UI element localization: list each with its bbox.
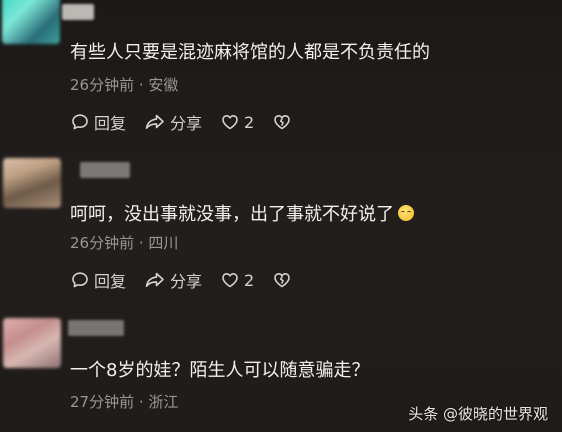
like-button[interactable]: 2 (220, 112, 254, 132)
share-arrow-icon (145, 272, 164, 287)
comment-actions: 回复 分享 2 (70, 111, 314, 133)
comment-list-screen: 有些人只要是混迹麻将馆的人都是不负责任的 26分钟前 · 安徽 回复 分享 2 (0, 0, 562, 432)
share-button[interactable]: 分享 (144, 110, 202, 134)
smiling-face-icon (398, 205, 414, 221)
reply-bubble-icon (72, 114, 88, 130)
avatar[interactable] (3, 318, 61, 368)
share-label: 分享 (170, 114, 203, 133)
comment-meta: 26分钟前 · 四川 (70, 234, 179, 252)
reply-label: 回复 (94, 272, 127, 291)
broken-heart-icon (274, 115, 291, 130)
dislike-button[interactable] (272, 112, 296, 132)
heart-icon (222, 273, 238, 288)
comment-text-container: 呵呵，没出事就没事，出了事就不好说了 (70, 200, 414, 226)
heart-icon (222, 115, 238, 130)
avatar[interactable] (3, 158, 61, 208)
dislike-button[interactable] (272, 270, 296, 290)
reply-label: 回复 (94, 114, 127, 133)
comment-meta: 26分钟前 · 安徽 (70, 76, 179, 94)
like-count: 2 (244, 112, 255, 132)
comment-item: 呵呵，没出事就没事，出了事就不好说了 26分钟前 · 四川 回复 分享 2 (0, 150, 562, 310)
username-blurred[interactable] (80, 162, 130, 178)
broken-heart-icon (274, 273, 291, 288)
share-arrow-icon (145, 114, 164, 129)
comment-item: 有些人只要是混迹麻将馆的人都是不负责任的 26分钟前 · 安徽 回复 分享 2 (0, 0, 562, 150)
reply-bubble-icon (72, 272, 88, 288)
share-button[interactable]: 分享 (144, 268, 202, 292)
watermark: 头条 @彼晓的世界观 (408, 405, 548, 423)
avatar[interactable] (2, 0, 60, 44)
share-label: 分享 (170, 272, 203, 291)
username-blurred[interactable] (68, 320, 124, 336)
reply-button[interactable]: 回复 (70, 268, 126, 292)
like-button[interactable]: 2 (220, 270, 254, 290)
comment-actions: 回复 分享 2 (70, 269, 314, 291)
comment-text: 有些人只要是混迹麻将馆的人都是不负责任的 (70, 42, 430, 63)
comment-meta: 27分钟前 · 浙江 (70, 393, 179, 411)
username-blurred[interactable] (62, 4, 94, 20)
reply-button[interactable]: 回复 (70, 110, 126, 134)
comment-text: 一个8岁的娃？陌生人可以随意骗走？ (70, 360, 370, 381)
like-count: 2 (244, 270, 255, 290)
comment-text: 呵呵，没出事就没事，出了事就不好说了 (70, 204, 394, 225)
